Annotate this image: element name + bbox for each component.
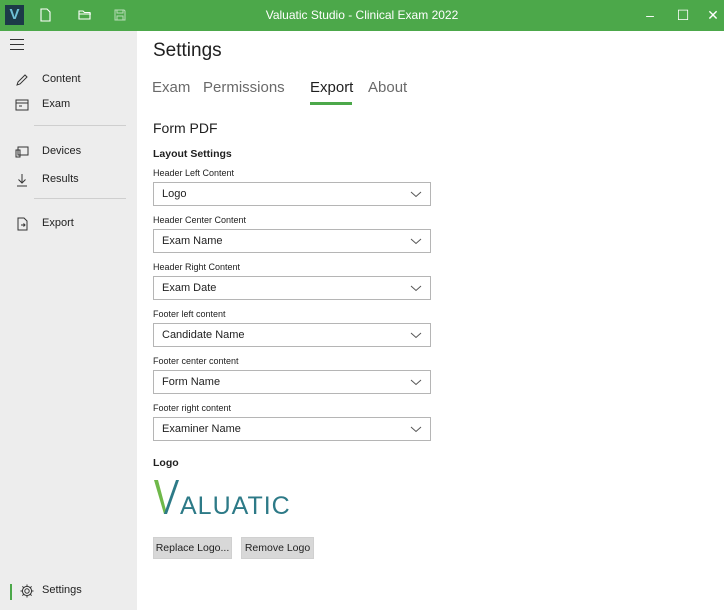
select-value: Examiner Name xyxy=(162,423,241,435)
valuatic-logo: ALUATIC xyxy=(154,480,291,520)
tab-export[interactable]: Export xyxy=(310,79,353,96)
group-title: Layout Settings xyxy=(153,148,232,160)
sidebar-item-content[interactable]: Content xyxy=(0,68,137,94)
sidebar-item-label: Export xyxy=(42,217,74,229)
sidebar-item-settings[interactable]: Settings xyxy=(0,579,137,605)
tab-permissions[interactable]: Permissions xyxy=(203,79,285,96)
logo-label: Logo xyxy=(153,457,179,469)
main-content: Settings Exam Permissions Export About F… xyxy=(137,31,724,610)
pencil-icon xyxy=(16,74,28,86)
page-title: Settings xyxy=(153,40,222,61)
field-label: Header Right Content xyxy=(153,262,241,272)
remove-logo-button[interactable]: Remove Logo xyxy=(241,537,314,559)
replace-logo-button[interactable]: Replace Logo... xyxy=(153,537,232,559)
sidebar-item-label: Settings xyxy=(42,584,82,596)
exam-icon xyxy=(15,99,29,111)
field-label: Header Center Content xyxy=(153,215,247,225)
chevron-down-icon xyxy=(410,191,422,198)
field-label: Header Left Content xyxy=(153,168,235,178)
header-left-select[interactable]: Logo xyxy=(153,182,431,206)
chevron-down-icon xyxy=(410,285,422,292)
select-value: Exam Name xyxy=(162,235,223,247)
sidebar-item-devices[interactable]: Devices xyxy=(0,140,137,166)
chevron-down-icon xyxy=(410,332,422,339)
tab-exam[interactable]: Exam xyxy=(152,79,190,96)
title-bar: V Valuatic Studio - Clinical Exam 2022 –… xyxy=(0,0,724,31)
svg-text:ALUATIC: ALUATIC xyxy=(180,492,291,520)
select-value: Logo xyxy=(162,188,187,200)
active-indicator xyxy=(10,584,12,600)
header-right-select[interactable]: Exam Date xyxy=(153,276,431,300)
close-button[interactable]: ✕ xyxy=(694,0,724,31)
field-label: Footer right content xyxy=(153,403,232,413)
header-center-select[interactable]: Exam Name xyxy=(153,229,431,253)
export-icon xyxy=(17,217,28,231)
sidebar-item-label: Devices xyxy=(42,145,82,157)
sidebar-item-exam[interactable]: Exam xyxy=(0,93,137,119)
devices-icon xyxy=(15,146,29,158)
field-label: Footer center content xyxy=(153,356,239,366)
hamburger-menu-icon[interactable] xyxy=(10,39,24,51)
download-icon xyxy=(17,174,27,187)
gear-icon xyxy=(20,584,34,598)
tab-about[interactable]: About xyxy=(368,79,407,96)
sidebar-item-results[interactable]: Results xyxy=(0,168,137,194)
sidebar-item-label: Content xyxy=(42,73,81,85)
chevron-down-icon xyxy=(410,379,422,386)
section-title: Form PDF xyxy=(153,120,218,136)
field-label: Footer left content xyxy=(153,309,226,319)
sidebar-divider xyxy=(34,125,126,126)
select-value: Exam Date xyxy=(162,282,217,294)
select-value: Candidate Name xyxy=(162,329,245,341)
footer-right-select[interactable]: Examiner Name xyxy=(153,417,431,441)
select-value: Form Name xyxy=(162,376,221,388)
sidebar-item-label: Results xyxy=(42,173,79,185)
sidebar-divider xyxy=(34,198,126,199)
sidebar-item-export[interactable]: Export xyxy=(0,212,137,238)
chevron-down-icon xyxy=(410,238,422,245)
sidebar-item-label: Exam xyxy=(42,98,71,110)
footer-center-select[interactable]: Form Name xyxy=(153,370,431,394)
sidebar: Content Exam Devices Results Export Sett… xyxy=(0,31,137,610)
active-tab-indicator xyxy=(310,102,352,105)
window-title: Valuatic Studio - Clinical Exam 2022 xyxy=(265,8,459,22)
chevron-down-icon xyxy=(410,426,422,433)
footer-left-select[interactable]: Candidate Name xyxy=(153,323,431,347)
